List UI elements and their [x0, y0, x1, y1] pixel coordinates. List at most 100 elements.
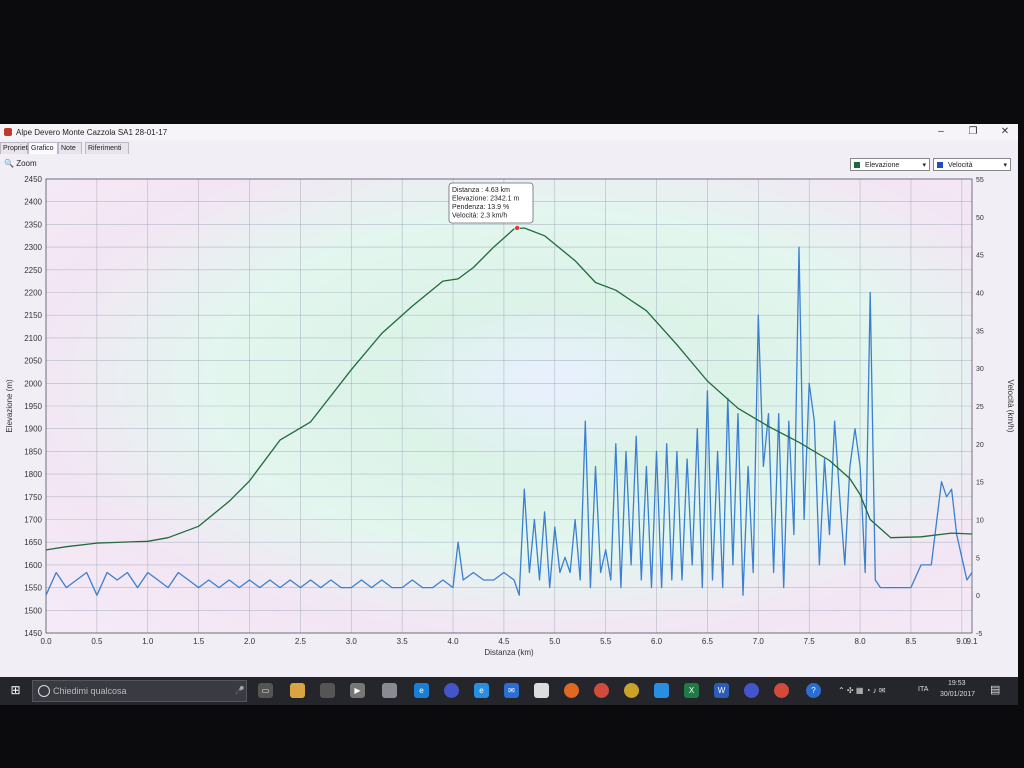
app-bird-icon[interactable]: [654, 683, 669, 698]
minimize-icon[interactable]: –: [930, 125, 952, 139]
word-icon[interactable]: W: [714, 683, 729, 698]
x-tick-label: 3.5: [397, 637, 409, 646]
windows-start-icon[interactable]: ⊞: [8, 683, 23, 698]
y2-tick-label: 0: [976, 593, 980, 600]
y-tick-label: 1500: [24, 606, 42, 615]
y-tick-label: 2300: [24, 243, 42, 252]
y-tick-label: 1850: [24, 447, 42, 456]
tab-grafico[interactable]: Grafico: [28, 142, 58, 154]
x-tick-label: 4.0: [447, 637, 459, 646]
tooltip-marker: [514, 225, 520, 231]
app-globe-icon[interactable]: [444, 683, 459, 698]
x-tick-label: 1.5: [193, 637, 205, 646]
x-tick-label: 1.0: [142, 637, 154, 646]
window-title: Alpe Devero Monte Cazzola SA1 28-01-17: [16, 128, 168, 137]
y-tick-label: 2200: [24, 289, 42, 298]
tab-riferimenti[interactable]: Riferimenti: [85, 142, 129, 154]
right-series-label: Velocità: [948, 162, 973, 169]
y-tick-label: 1550: [24, 584, 42, 593]
y-tick-label: 2100: [24, 334, 42, 343]
y-tick-label: 1900: [24, 425, 42, 434]
y-tick-label: 2400: [24, 198, 42, 207]
zoom-icon: 🔍: [4, 159, 14, 168]
y2-tick-label: 35: [976, 328, 984, 335]
chrome-icon[interactable]: [594, 683, 609, 698]
x-tick-label: 8.0: [855, 637, 867, 646]
edge-icon[interactable]: e: [414, 683, 429, 698]
x-tick-label: 7.5: [804, 637, 816, 646]
x-tick-label: 0.5: [91, 637, 103, 646]
media-icon[interactable]: ▶: [350, 683, 365, 698]
y2-tick-label: 55: [976, 177, 984, 184]
microphone-icon[interactable]: 🎤: [232, 683, 247, 698]
y-tick-label: 2350: [24, 220, 42, 229]
store-icon[interactable]: [320, 683, 335, 698]
x-tick-label: 6.0: [651, 637, 663, 646]
zoom-label: Zoom: [16, 159, 37, 168]
notifications-icon[interactable]: ▤: [990, 683, 1000, 696]
active-app-icon[interactable]: [624, 683, 639, 698]
x-tick-label: 2.0: [244, 637, 256, 646]
excel-icon[interactable]: X: [684, 683, 699, 698]
tooltip: Distanza : 4.63 km Elevazione: 2342.1 mPe…: [448, 182, 534, 231]
internet-explorer-icon[interactable]: e: [474, 683, 489, 698]
y-axis-label: Elevazione (m): [5, 379, 14, 433]
maximize-icon[interactable]: ❐: [962, 125, 984, 139]
task-view-icon[interactable]: ▭: [258, 683, 273, 698]
notepad-icon[interactable]: [534, 683, 549, 698]
x-tick-label: 0.0: [40, 637, 52, 646]
y2-tick-label: -5: [976, 631, 982, 638]
firefox-icon[interactable]: [564, 683, 579, 698]
close-icon[interactable]: ✕: [994, 125, 1016, 139]
x-tick-label: 2.5: [295, 637, 307, 646]
search-input[interactable]: Chiedimi qualcosa: [32, 680, 247, 702]
x-tick-label: 3.0: [346, 637, 358, 646]
language-indicator[interactable]: ITA: [918, 686, 928, 693]
y-tick-label: 1700: [24, 516, 42, 525]
x-axis-label: Distanza (km): [484, 648, 534, 657]
app-globe-2-icon[interactable]: [744, 683, 759, 698]
y2-tick-label: 40: [976, 291, 984, 298]
x-tick-label: 5.0: [549, 637, 561, 646]
y2-tick-label: 25: [976, 404, 984, 411]
clock-time[interactable]: 19:53: [948, 680, 966, 687]
tray-icons[interactable]: ⌃ ✣ ▦ ◔ ♪ ✉: [838, 686, 886, 695]
right-series-dropdown[interactable]: Velocità ▾: [933, 158, 1011, 171]
y-tick-label: 1950: [24, 402, 42, 411]
cortana-icon: [38, 685, 50, 697]
help-icon[interactable]: ?: [806, 683, 821, 698]
x-tick-label: 9.1: [966, 637, 978, 646]
mail-icon[interactable]: ✉: [504, 683, 519, 698]
clock-date[interactable]: 30/01/2017: [940, 691, 975, 698]
y2-tick-label: 20: [976, 442, 984, 449]
y2-tick-label: 45: [976, 253, 984, 260]
y-tick-label: 1750: [24, 493, 42, 502]
chevron-down-icon: ▾: [1003, 162, 1007, 169]
left-series-dropdown[interactable]: Elevazione ▾: [850, 158, 930, 171]
x-tick-label: 6.5: [702, 637, 714, 646]
tab-proprieta[interactable]: Proprietà: [0, 142, 31, 154]
tooltip-line: Elevazione: 2342.1 m: [452, 196, 519, 203]
x-tick-label: 7.0: [753, 637, 765, 646]
taskbar: ⊞ Chiedimi qualcosa 🎤 ▭ ▶ e e ✉ X W ? ⌃ …: [0, 677, 1018, 705]
y2-axis-label: Velocità (km/h): [1006, 380, 1015, 433]
zoom-button[interactable]: 🔍 Zoom: [4, 159, 37, 168]
elevation-swatch: [854, 162, 860, 168]
folder-app-icon[interactable]: [382, 683, 397, 698]
title-bar: Alpe Devero Monte Cazzola SA1 28-01-17 –…: [0, 124, 1018, 140]
chart-toolbar: 🔍 Zoom Elevazione ▾ Velocità ▾: [0, 155, 1018, 173]
tab-note[interactable]: Note: [58, 142, 82, 154]
y-tick-label: 1800: [24, 470, 42, 479]
tooltip-line: Pendenza: 13.9 %: [452, 204, 509, 211]
left-series-label: Elevazione: [865, 162, 900, 169]
chrome-2-icon[interactable]: [774, 683, 789, 698]
file-explorer-icon[interactable]: [290, 683, 305, 698]
elevation-speed-chart[interactable]: 1450150015501600165017001750180018501900…: [0, 173, 1018, 673]
x-tick-label: 8.5: [905, 637, 917, 646]
y-tick-label: 2450: [24, 175, 42, 184]
speed-swatch: [937, 162, 943, 168]
search-placeholder: Chiedimi qualcosa: [53, 686, 127, 696]
y2-tick-label: 30: [976, 366, 984, 373]
y2-tick-label: 5: [976, 555, 980, 562]
y-tick-label: 2250: [24, 266, 42, 275]
